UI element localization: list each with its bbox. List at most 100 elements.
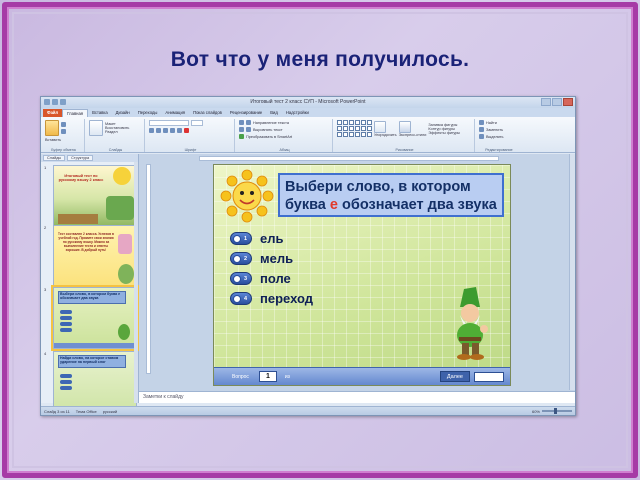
find-button[interactable]: Найти bbox=[486, 121, 497, 125]
group-label-paragraph: Абзац bbox=[279, 148, 290, 152]
align-left-icon[interactable] bbox=[239, 127, 244, 132]
undo-icon[interactable] bbox=[52, 99, 58, 105]
slide-editor: Выбери слово, в котором буква е обознача… bbox=[139, 154, 575, 403]
quick-access-toolbar[interactable] bbox=[44, 99, 66, 105]
section-button[interactable]: Раздел bbox=[105, 130, 129, 134]
tab-design[interactable]: Дизайн bbox=[112, 109, 134, 117]
answer-label: переход bbox=[260, 291, 314, 306]
ribbon-group-editing: Найти Заменить Выделить Редактирование bbox=[477, 119, 521, 152]
status-language[interactable]: русский bbox=[103, 409, 117, 414]
redo-icon[interactable] bbox=[60, 99, 66, 105]
quick-styles-button[interactable] bbox=[398, 120, 411, 133]
save-icon[interactable] bbox=[44, 99, 50, 105]
paste-button[interactable] bbox=[45, 120, 59, 136]
shape-effects-button[interactable]: Эффекты фигуры bbox=[428, 131, 460, 135]
group-label-editing: Редактирование bbox=[485, 148, 513, 152]
bold-icon[interactable] bbox=[149, 128, 154, 133]
notes-pane[interactable]: Заметки к слайду bbox=[139, 391, 575, 403]
thumbnail-number: 4 bbox=[44, 351, 47, 356]
slide-navigation-bar: Вопрос 1 из Далее bbox=[214, 367, 510, 385]
window-controls bbox=[541, 98, 573, 106]
shapes-gallery[interactable] bbox=[337, 120, 372, 137]
sun-icon bbox=[220, 169, 274, 223]
close-button[interactable] bbox=[563, 98, 573, 106]
replace-icon[interactable] bbox=[479, 127, 484, 132]
align-text-button[interactable]: Выровнять текст bbox=[253, 128, 283, 132]
thumbnail-option bbox=[60, 374, 72, 378]
answer-button[interactable]: 3 bbox=[230, 272, 252, 285]
arrange-button[interactable] bbox=[374, 120, 386, 133]
thumbnail-illustration bbox=[54, 324, 136, 348]
window-titlebar: Итоговый тест 2 класс СУП - Microsoft Po… bbox=[41, 97, 575, 108]
horizontal-ruler bbox=[199, 156, 499, 161]
tab-file[interactable]: Файл bbox=[43, 109, 63, 117]
tab-animations[interactable]: Анимация bbox=[161, 109, 189, 117]
shadow-icon[interactable] bbox=[177, 128, 182, 133]
select-icon[interactable] bbox=[479, 134, 484, 139]
font-size-input[interactable] bbox=[191, 120, 203, 126]
minimize-button[interactable] bbox=[541, 98, 551, 106]
question-box: Выбери слово, в котором буква е обознача… bbox=[278, 173, 504, 217]
tab-review[interactable]: Рецензирование bbox=[226, 109, 266, 117]
cut-icon[interactable] bbox=[61, 122, 66, 127]
answer-button[interactable]: 2 bbox=[230, 252, 252, 265]
tab-slides[interactable]: Слайды bbox=[43, 155, 66, 161]
numbering-icon[interactable] bbox=[246, 120, 251, 125]
slides-pane-tabs: Слайды Структура bbox=[41, 154, 138, 162]
new-slide-button[interactable] bbox=[89, 120, 103, 136]
gnome-icon bbox=[457, 287, 488, 360]
nav-of-label: из bbox=[284, 373, 290, 380]
status-slide-count: Слайд 3 из 11 bbox=[44, 408, 70, 414]
tab-outline[interactable]: Структура bbox=[67, 155, 94, 161]
smartart-button[interactable]: Преобразовать в SmartArt bbox=[246, 135, 292, 139]
answer-button[interactable]: 1 bbox=[230, 232, 252, 245]
tab-home[interactable]: Главная bbox=[62, 109, 89, 117]
answer-button[interactable]: 4 bbox=[230, 292, 252, 305]
editor-scrollbar[interactable] bbox=[569, 154, 575, 390]
answer-label: поле bbox=[260, 271, 291, 286]
text-direction-button[interactable]: Направление текста bbox=[253, 121, 289, 125]
quick-styles-label: Экспресс-стили bbox=[398, 132, 427, 137]
font-color-icon[interactable] bbox=[184, 128, 189, 133]
answer-option[interactable]: 3 поле bbox=[230, 271, 291, 286]
slides-pane-scrollbar[interactable] bbox=[134, 162, 138, 403]
align-center-icon[interactable] bbox=[246, 127, 251, 132]
answer-input-field[interactable] bbox=[474, 371, 504, 382]
replace-button[interactable]: Заменить bbox=[486, 128, 503, 132]
thumbnail-option bbox=[60, 386, 72, 390]
slide-thumbnail-1[interactable]: 1 Итоговый тест по русскому языку 2 клас… bbox=[43, 165, 137, 229]
question-number-field[interactable]: 1 bbox=[258, 371, 277, 382]
strikethrough-icon[interactable] bbox=[170, 128, 175, 133]
group-label-slides: Слайды bbox=[108, 148, 123, 152]
thumbnail-image: Итоговый тест по русскому языку 2 класс bbox=[53, 165, 137, 227]
italic-icon[interactable] bbox=[156, 128, 161, 133]
copy-icon[interactable] bbox=[61, 129, 66, 134]
question-highlight: е bbox=[329, 197, 338, 213]
tab-addins[interactable]: Надстройки bbox=[282, 109, 313, 117]
tab-insert[interactable]: Вставка bbox=[88, 109, 112, 117]
maximize-button[interactable] bbox=[552, 98, 562, 106]
answer-option[interactable]: 4 переход bbox=[230, 291, 313, 306]
slide-thumbnail-2[interactable]: 2 Тест составлен 2 класса. Успехов в уче… bbox=[43, 225, 137, 289]
answer-option[interactable]: 2 мель bbox=[230, 251, 293, 266]
select-button[interactable]: Выделить bbox=[486, 135, 504, 139]
next-button[interactable]: Далее bbox=[439, 371, 470, 382]
tab-view[interactable]: Вид bbox=[266, 109, 282, 117]
tab-slideshow[interactable]: Показ слайдов bbox=[189, 109, 226, 117]
zoom-level[interactable]: 60% bbox=[532, 409, 540, 414]
answer-label: ель bbox=[260, 231, 284, 246]
find-icon[interactable] bbox=[479, 120, 484, 125]
thumbnail-number: 1 bbox=[44, 165, 47, 170]
shape-fill-button[interactable]: Заливка фигуры bbox=[428, 123, 460, 127]
underline-icon[interactable] bbox=[163, 128, 168, 133]
zoom-slider[interactable] bbox=[542, 408, 572, 414]
thumbnail-illustration bbox=[118, 234, 134, 284]
smartart-icon[interactable] bbox=[239, 134, 244, 139]
slide-thumbnail-3[interactable]: 3 Выбери слово, в котором буква е обозна… bbox=[43, 285, 139, 351]
thumbnail-number: 2 bbox=[44, 225, 47, 230]
font-name-input[interactable] bbox=[149, 120, 189, 126]
tab-transitions[interactable]: Переходы bbox=[134, 109, 162, 117]
slide-title: Вот что у меня получилось. bbox=[170, 48, 470, 71]
answer-option[interactable]: 1 ель bbox=[230, 231, 283, 246]
bullets-icon[interactable] bbox=[239, 120, 244, 125]
